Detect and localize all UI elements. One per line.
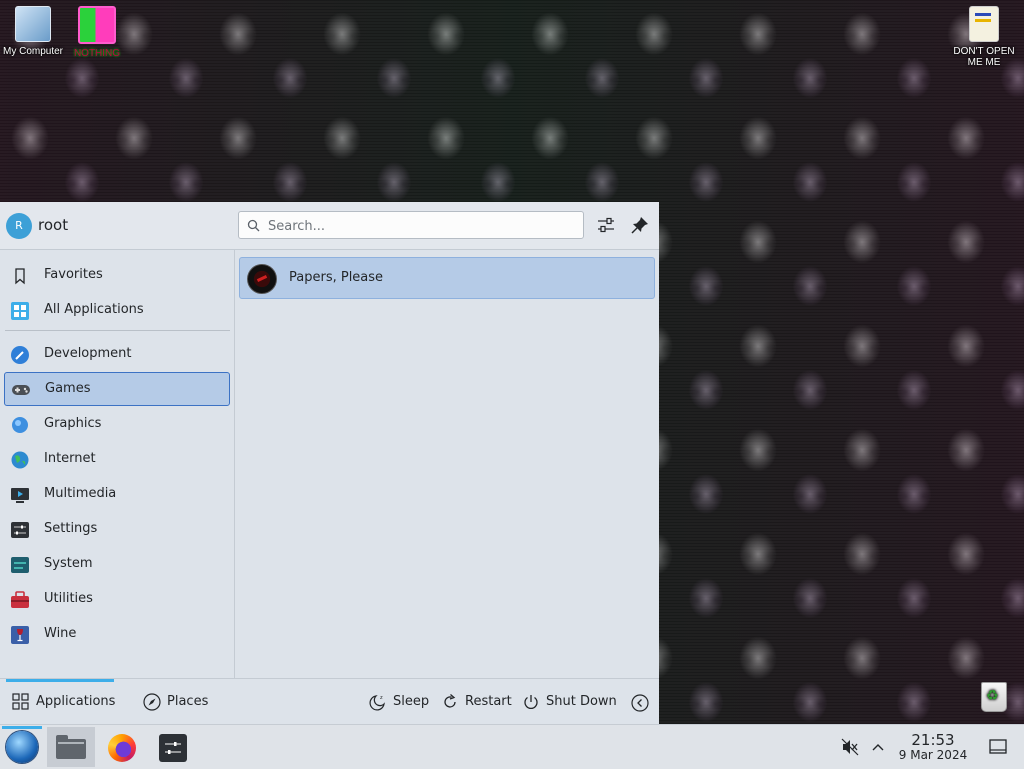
gamepad-icon [12,385,30,395]
sidebar-item-internet[interactable]: Internet [4,443,230,477]
settings-icon [159,734,187,762]
sidebar-item-label: All Applications [44,302,144,317]
sidebar-item-favorites[interactable]: Favorites [4,259,230,293]
taskbar-system-settings[interactable] [151,727,195,767]
taskbar: 21:53 9 Mar 2024 [0,724,1024,769]
start-orb-icon [6,731,38,763]
button-label: Restart [465,694,512,709]
desktop-icon-trash[interactable] [974,682,1014,716]
start-menu-button[interactable] [0,726,44,767]
chevron-left-icon [631,694,649,712]
clock-time[interactable]: 21:53 [896,731,970,749]
active-tab-indicator [6,679,114,682]
sidebar-item-label: System [44,556,93,571]
svg-text:z: z [380,695,383,701]
desktop-icon-dont-open-me[interactable]: DON'T OPEN ME ME [950,6,1018,68]
globe-icon [11,451,29,469]
launcher-footer: Applications Places z Sleep Restart Shut… [0,678,659,724]
graphics-icon [12,417,28,433]
search-icon [247,219,260,232]
shutdown-button[interactable]: Shut Down [522,691,622,713]
chevron-up-icon[interactable] [868,737,888,757]
sidebar-item-label: Settings [44,521,98,536]
tab-label: Places [167,694,209,709]
restart-icon [444,694,456,708]
desktop-icon-label: NOTHING [73,48,121,59]
sidebar-item-label: Wine [44,626,77,641]
development-icon [11,346,29,364]
document-icon [969,6,999,42]
system-icon [11,557,29,573]
sidebar-item-settings[interactable]: Settings [4,513,230,547]
active-indicator [2,726,42,729]
computer-icon [15,6,51,42]
avatar[interactable]: R [6,213,32,239]
nothing-app-icon [78,6,116,44]
sidebar-divider [5,330,230,331]
sidebar-item-label: Games [45,381,91,396]
category-sidebar: Favorites All Applications Development G… [0,250,235,680]
sidebar-item-development[interactable]: Development [4,338,230,372]
sidebar-item-multimedia[interactable]: Multimedia [4,478,230,512]
volume-muted-icon[interactable] [840,737,860,757]
bookmark-icon [15,268,25,285]
search-box[interactable] [238,211,584,239]
desktop-icon-label: My Computer [2,46,63,57]
desktop-icon-nothing[interactable]: NOTHING [70,6,124,59]
power-icon [524,695,538,709]
more-actions-button[interactable] [630,691,650,712]
taskbar-firefox[interactable] [100,727,144,767]
restart-button[interactable]: Restart [441,691,515,713]
desktop-icon-label: DON'T OPEN ME ME [953,46,1015,68]
sidebar-item-games[interactable]: Games [4,372,230,406]
sidebar-item-all-applications[interactable]: All Applications [4,294,230,328]
search-input[interactable] [266,214,570,238]
tab-places[interactable]: Places [143,691,223,713]
wine-icon [11,626,29,644]
toolbox-icon [11,591,29,608]
grid-icon [11,302,29,320]
sidebar-item-label: Multimedia [44,486,117,501]
sidebar-item-label: Favorites [44,267,103,282]
sidebar-item-label: Graphics [44,416,102,431]
sidebar-item-utilities[interactable]: Utilities [4,583,230,617]
button-label: Sleep [393,694,430,709]
configure-button[interactable] [594,213,618,237]
papers-please-icon [247,264,277,294]
tab-applications[interactable]: Applications [12,691,122,713]
sidebar-item-graphics[interactable]: Graphics [4,408,230,442]
sleep-icon: z [369,695,385,711]
sidebar-item-system[interactable]: System [4,548,230,582]
pin-icon [631,217,648,234]
folder-icon [56,735,86,759]
sidebar-item-label: Utilities [44,591,93,606]
tab-label: Applications [36,694,116,709]
applications-grid-icon [12,693,29,710]
list-item[interactable]: Papers, Please [239,257,655,299]
sliders-icon [598,217,614,233]
sidebar-item-wine[interactable]: Wine [4,618,230,652]
app-label: Papers, Please [289,270,384,285]
sidebar-item-label: Development [44,346,132,361]
application-launcher: R root Favorites [0,202,659,724]
settings-icon [11,522,29,538]
clock-date[interactable]: 9 Mar 2024 [894,748,972,762]
show-desktop-icon[interactable] [988,737,1008,757]
firefox-icon [108,734,136,762]
trash-icon [981,682,1007,712]
button-label: Shut Down [546,694,617,709]
user-name: root [38,216,69,234]
multimedia-icon [11,488,29,503]
sidebar-item-label: Internet [44,451,96,466]
sleep-button[interactable]: z Sleep [369,691,429,713]
compass-icon [143,693,161,711]
launcher-header: R root [0,202,659,250]
app-list: Papers, Please [235,250,659,680]
pin-button[interactable] [628,213,652,237]
desktop-icon-my-computer[interactable]: My Computer [0,6,66,57]
taskbar-file-manager[interactable] [47,727,95,767]
